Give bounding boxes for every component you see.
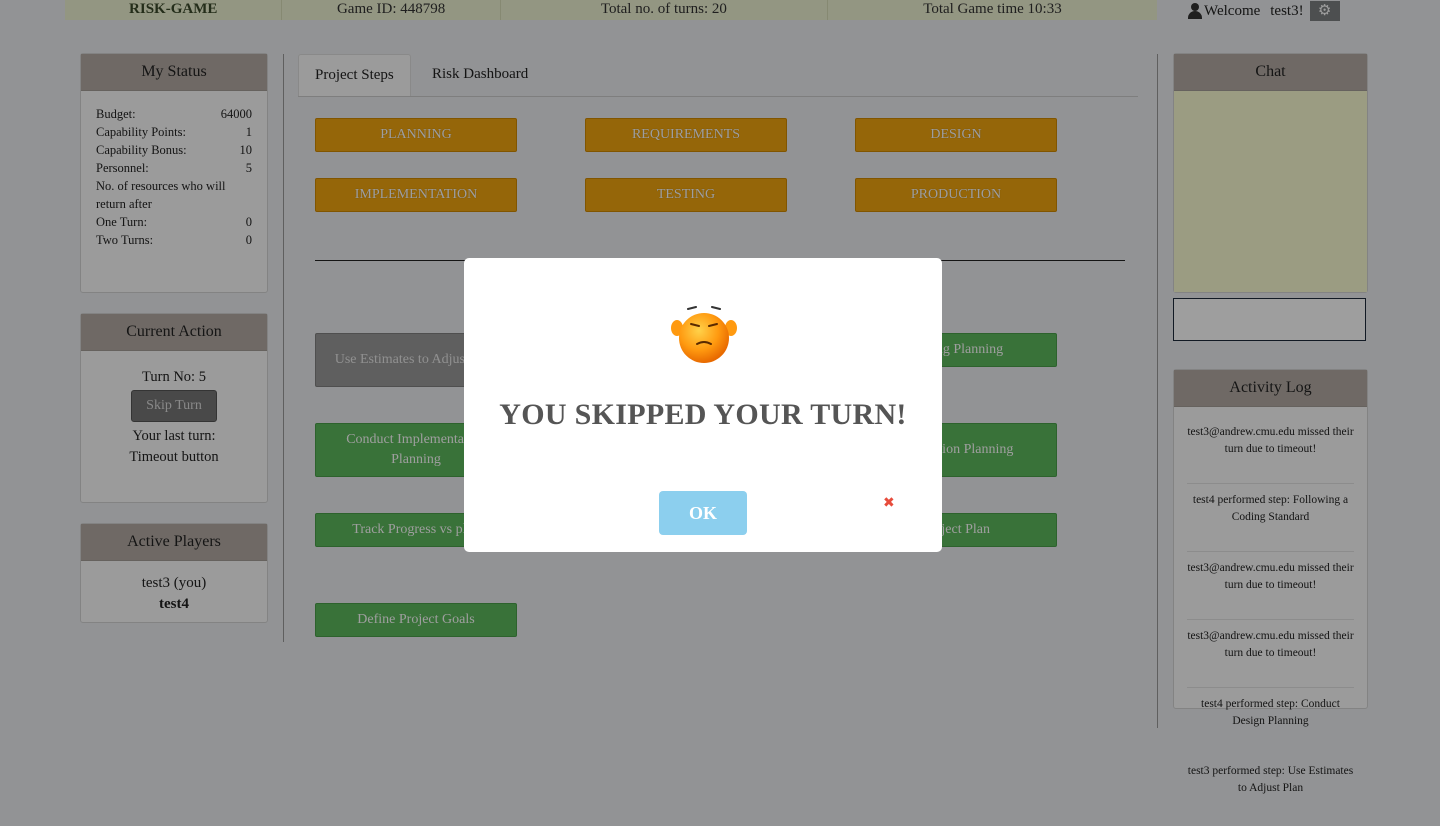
close-icon[interactable]: ✖: [883, 495, 895, 511]
ok-button[interactable]: OK: [659, 491, 747, 535]
shrug-emoji-icon: [671, 306, 737, 363]
modal-title: YOU SKIPPED YOUR TURN!: [499, 398, 907, 431]
